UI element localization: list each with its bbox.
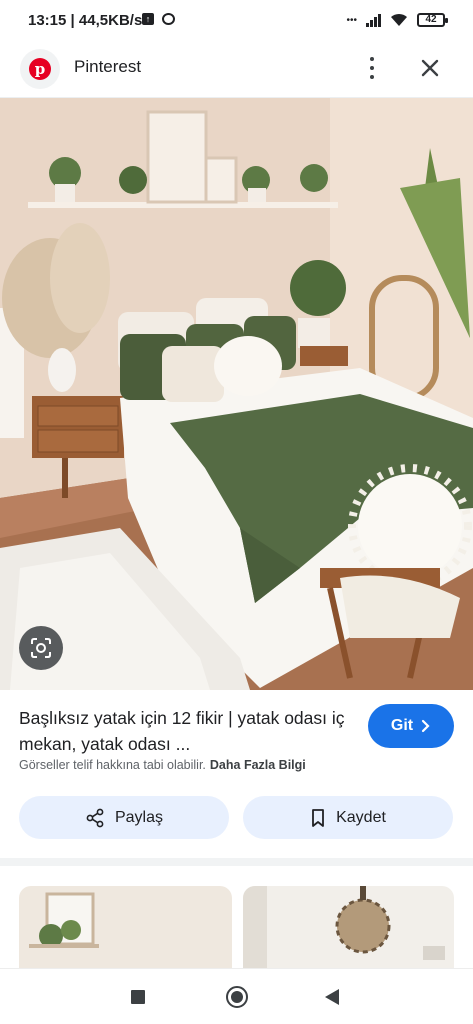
battery-icon: 42 (417, 13, 448, 27)
upload-notification-icon: ↑ (142, 13, 154, 25)
copyright-text: Görseller telif hakkına tabi olabilir. (19, 758, 206, 772)
related-image-1[interactable] (19, 886, 232, 968)
related-photo-1 (19, 886, 232, 968)
save-label: Kaydet (336, 808, 386, 826)
recents-button[interactable] (131, 990, 145, 1004)
app-header: p Pinterest (0, 44, 473, 98)
system-icons: ••• 42 (346, 13, 448, 27)
related-image-2[interactable] (243, 886, 454, 968)
app-logo: p (20, 49, 60, 89)
close-icon[interactable] (416, 54, 444, 82)
related-photo-2 (243, 886, 454, 968)
section-divider (0, 858, 473, 866)
notification-icons: ↑ (142, 13, 175, 25)
pin-image[interactable] (0, 98, 473, 690)
back-button[interactable] (325, 989, 339, 1005)
wifi-icon (391, 13, 407, 26)
share-button[interactable]: Paylaş (19, 796, 229, 839)
pinterest-logo-icon: p (29, 58, 51, 80)
signal-icon (366, 13, 381, 27)
share-icon (86, 808, 104, 827)
google-lens-button[interactable] (19, 626, 63, 670)
status-bar: 13:15 | 44,5KB/s ↑ ••• 42 (0, 0, 473, 44)
bookmark-icon (312, 808, 324, 827)
save-button[interactable]: Kaydet (243, 796, 453, 839)
home-icon (231, 991, 243, 1003)
more-vert-icon[interactable] (362, 55, 382, 81)
share-label: Paylaş (114, 808, 164, 826)
chevron-right-icon (422, 719, 430, 733)
go-button[interactable]: Git (368, 704, 454, 748)
system-nav-bar (0, 968, 473, 1024)
home-button[interactable] (226, 986, 248, 1008)
more-dots-icon: ••• (346, 14, 357, 26)
more-info-link[interactable]: Daha Fazla Bilgi (210, 758, 306, 772)
lens-icon (31, 638, 51, 658)
status-time: 13:15 | 44,5KB/s (28, 12, 143, 29)
pin-title: Başlıksız yatak için 12 fikir | yatak od… (19, 708, 345, 754)
bedroom-photo (0, 98, 473, 690)
chat-notification-icon (162, 13, 175, 25)
go-button-label: Git (390, 717, 414, 734)
app-title: Pinterest (74, 57, 142, 76)
copyright-notice: Görseller telif hakkına tabi olabilir. Da… (19, 758, 306, 772)
